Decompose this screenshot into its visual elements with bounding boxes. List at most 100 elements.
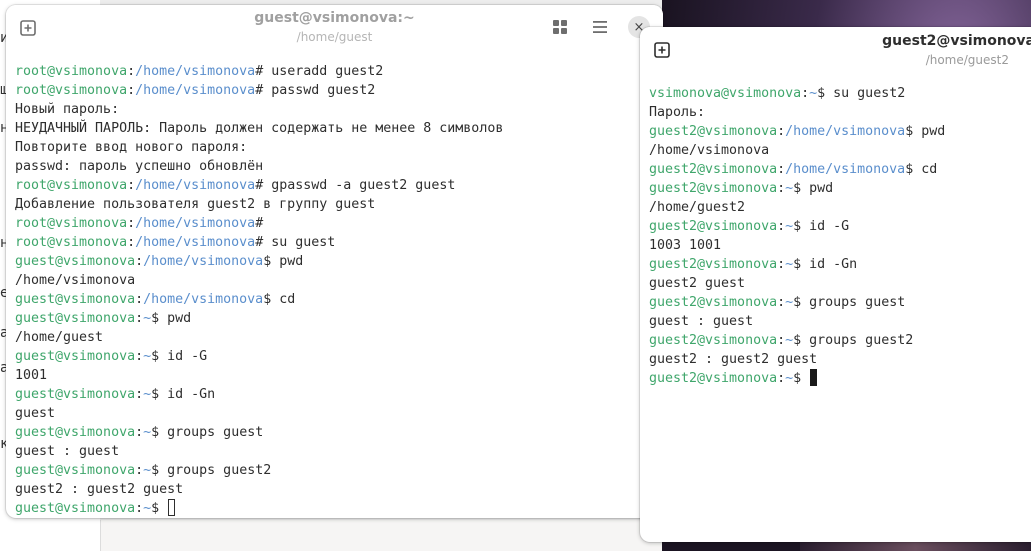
command-text: gpasswd -a guest2 guest bbox=[263, 178, 456, 193]
command-text: groups guest bbox=[159, 425, 264, 440]
prompt-symbol: $ bbox=[817, 86, 826, 101]
output-text: 1003 1001 bbox=[649, 238, 722, 253]
prompt-user-host: guest@vsimonova bbox=[15, 311, 136, 326]
output-text: passwd: пароль успешно обновлён bbox=[15, 159, 264, 174]
prompt-symbol: $ bbox=[151, 311, 160, 326]
hamburger-menu-icon bbox=[593, 21, 607, 33]
command-text: groups guest2 bbox=[159, 463, 272, 478]
command-text: groups guest2 bbox=[801, 333, 914, 348]
output-line: /home/guest2 bbox=[649, 198, 1031, 217]
title-bar[interactable]: guest2@vsimonova /home/guest2 bbox=[640, 27, 1031, 75]
tab-overview-button[interactable] bbox=[548, 15, 572, 39]
prompt-separator: : bbox=[127, 235, 136, 250]
terminal-window-guest2[interactable]: guest2@vsimonova /home/guest2 vsimonova@… bbox=[640, 27, 1031, 542]
output-line: guest bbox=[15, 404, 663, 423]
command-text: pwd bbox=[801, 181, 834, 196]
command-text: pwd bbox=[913, 124, 946, 139]
output-line: guest2 : guest2 guest bbox=[649, 350, 1031, 369]
terminal-output[interactable]: vsimonova@vsimonova:~$ su guest2 Пароль: g… bbox=[640, 75, 1031, 388]
command-text bbox=[801, 371, 809, 386]
output-line: 1001 bbox=[15, 366, 663, 385]
terminal-cursor[interactable] bbox=[810, 369, 818, 386]
output-text: Новый пароль: bbox=[15, 102, 120, 117]
prompt-path: /home/vsimonova bbox=[785, 124, 906, 139]
prompt-path: ~ bbox=[143, 311, 152, 326]
command-text: su guest2 bbox=[825, 86, 906, 101]
prompt-line: root@vsimonova:/home/vsimonova# passwd g… bbox=[15, 81, 663, 100]
prompt-line: guest@vsimonova:~$ groups guest bbox=[15, 423, 663, 442]
prompt-separator: : bbox=[777, 371, 786, 386]
prompt-path: /home/vsimonova bbox=[785, 162, 906, 177]
prompt-path: /home/vsimonova bbox=[135, 235, 256, 250]
prompt-line: guest2@vsimonova:~$ id -Gn bbox=[649, 255, 1031, 274]
prompt-path: /home/vsimonova bbox=[135, 83, 256, 98]
output-text: 1001 bbox=[15, 368, 48, 383]
prompt-path: ~ bbox=[785, 333, 794, 348]
prompt-symbol: $ bbox=[793, 371, 802, 386]
prompt-separator: : bbox=[777, 333, 786, 348]
new-tab-button[interactable] bbox=[650, 38, 674, 62]
prompt-symbol: $ bbox=[793, 257, 802, 272]
output-text: guest2 : guest2 guest bbox=[15, 482, 184, 497]
prompt-line: guest@vsimonova:/home/vsimonova$ cd bbox=[15, 290, 663, 309]
prompt-line: guest@vsimonova:~$ groups guest2 bbox=[15, 461, 663, 480]
window-title: guest2@vsimonova bbox=[882, 33, 1031, 49]
command-text: id -Gn bbox=[159, 387, 216, 402]
prompt-separator: : bbox=[777, 257, 786, 272]
prompt-path: /home/vsimonova bbox=[135, 64, 256, 79]
prompt-separator: : bbox=[135, 425, 144, 440]
prompt-symbol: # bbox=[255, 216, 264, 231]
prompt-symbol: $ bbox=[793, 333, 802, 348]
output-line: guest2 guest bbox=[649, 274, 1031, 293]
prompt-user-host: guest2@vsimonova bbox=[649, 371, 778, 386]
output-line: guest2 : guest2 guest bbox=[15, 480, 663, 499]
output-line: Повторите ввод нового пароля: bbox=[15, 138, 663, 157]
prompt-user-host: guest@vsimonova bbox=[15, 292, 136, 307]
command-text: cd bbox=[271, 292, 296, 307]
prompt-path: /home/vsimonova bbox=[135, 178, 256, 193]
output-line: 1003 1001 bbox=[649, 236, 1031, 255]
prompt-line: vsimonova@vsimonova:~$ su guest2 bbox=[649, 84, 1031, 103]
output-line: Добавление пользователя guest2 в группу … bbox=[15, 195, 663, 214]
prompt-line: guest@vsimonova:~$ pwd bbox=[15, 309, 663, 328]
prompt-line: guest@vsimonova:~$ id -G bbox=[15, 347, 663, 366]
terminal-cursor[interactable] bbox=[168, 499, 176, 516]
window-subtitle: /home/guest2 bbox=[925, 53, 1009, 67]
prompt-separator: : bbox=[135, 311, 144, 326]
prompt-user-host: guest@vsimonova bbox=[15, 501, 136, 516]
output-text: guest : guest bbox=[649, 314, 754, 329]
prompt-separator: : bbox=[135, 387, 144, 402]
prompt-symbol: $ bbox=[151, 463, 160, 478]
prompt-path: ~ bbox=[785, 181, 794, 196]
main-menu-button[interactable] bbox=[588, 15, 612, 39]
output-text: guest : guest bbox=[15, 444, 120, 459]
prompt-symbol: $ bbox=[793, 219, 802, 234]
prompt-line: guest@vsimonova:/home/vsimonova$ pwd bbox=[15, 252, 663, 271]
prompt-user-host: vsimonova@vsimonova bbox=[649, 86, 802, 101]
output-text: /home/vsimonova bbox=[15, 273, 136, 288]
prompt-separator: : bbox=[135, 254, 144, 269]
prompt-separator: : bbox=[127, 178, 136, 193]
prompt-user-host: root@vsimonova bbox=[15, 235, 128, 250]
prompt-line: root@vsimonova:/home/vsimonova# useradd … bbox=[15, 62, 663, 81]
prompt-user-host: guest2@vsimonova bbox=[649, 295, 778, 310]
output-text: /home/vsimonova bbox=[649, 143, 770, 158]
prompt-user-host: root@vsimonova bbox=[15, 83, 128, 98]
prompt-user-host: guest2@vsimonova bbox=[649, 333, 778, 348]
command-text: pwd bbox=[159, 311, 192, 326]
terminal-window-guest[interactable]: guest@vsimonova:~ /home/guest × root@vsi… bbox=[6, 5, 663, 518]
terminal-output[interactable]: root@vsimonova:/home/vsimonova# useradd … bbox=[6, 51, 663, 518]
output-line: Новый пароль: bbox=[15, 100, 663, 119]
prompt-symbol: # bbox=[255, 178, 264, 193]
title-bar[interactable]: guest@vsimonova:~ /home/guest × bbox=[6, 5, 663, 51]
prompt-line: root@vsimonova:/home/vsimonova# bbox=[15, 214, 663, 233]
prompt-user-host: guest2@vsimonova bbox=[649, 181, 778, 196]
output-text: /home/guest bbox=[15, 330, 104, 345]
prompt-user-host: guest@vsimonova bbox=[15, 349, 136, 364]
output-text: Добавление пользователя guest2 в группу … bbox=[15, 197, 376, 212]
prompt-path: ~ bbox=[143, 425, 152, 440]
prompt-user-host: guest@vsimonova bbox=[15, 425, 136, 440]
prompt-separator: : bbox=[777, 124, 786, 139]
command-text: su guest bbox=[263, 235, 336, 250]
output-line: passwd: пароль успешно обновлён bbox=[15, 157, 663, 176]
